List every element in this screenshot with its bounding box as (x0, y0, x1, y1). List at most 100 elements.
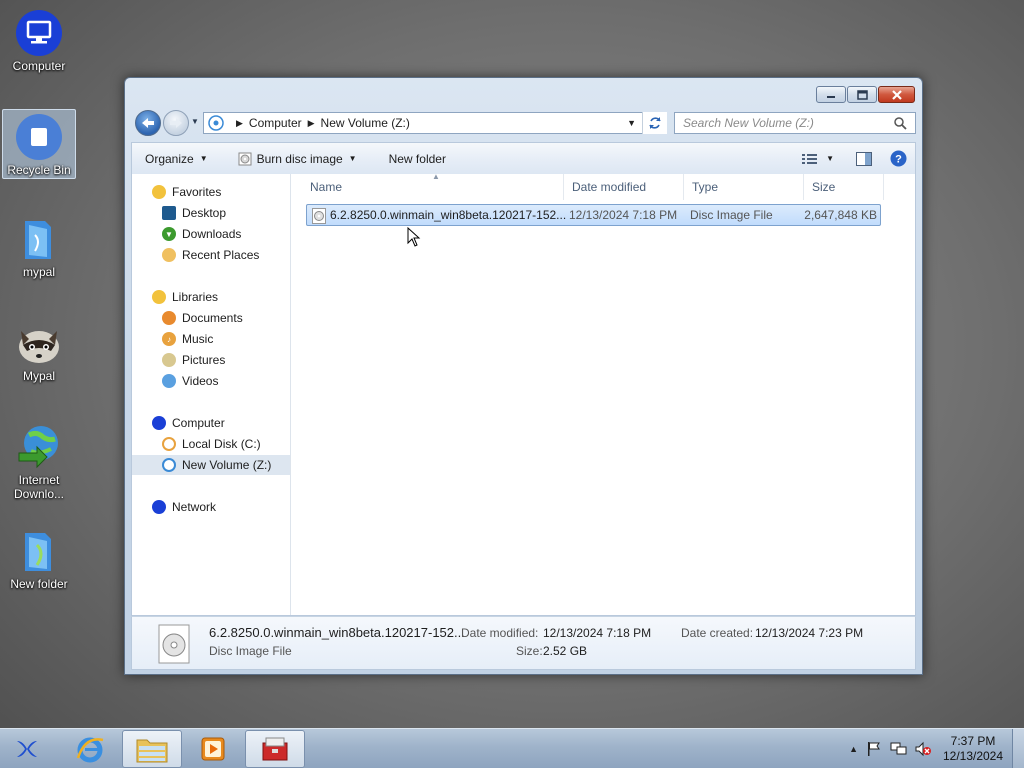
forward-button[interactable] (163, 110, 189, 136)
nav-label: Favorites (172, 185, 222, 199)
taskbar: ▲ 7:37 PM 12/13/2024 (0, 728, 1024, 768)
details-date-modified-label: Date modified: (461, 626, 539, 640)
nav-label: Videos (182, 374, 219, 388)
column-label: Type (692, 180, 719, 194)
back-button[interactable] (135, 110, 161, 136)
svg-text:?: ? (895, 154, 902, 166)
command-bar: Organize ▼ Burn disc image ▼ New folder … (131, 142, 916, 174)
burn-label: Burn disc image (256, 151, 343, 166)
documents-icon (162, 311, 176, 325)
forward-arrow-icon (170, 118, 182, 128)
desktop-icon-mypal-app[interactable]: Mypal (2, 316, 76, 386)
breadcrumb-separator-icon[interactable]: ▶ (236, 118, 243, 129)
volume-muted-icon[interactable] (914, 741, 932, 757)
refresh-button[interactable] (642, 112, 667, 134)
breadcrumb-separator-icon[interactable]: ▶ (308, 118, 315, 129)
nav-recent-places[interactable]: Recent Places (162, 245, 259, 265)
maximize-button[interactable] (847, 86, 877, 103)
network-icon (152, 500, 166, 514)
navigation-pane: Favorites Desktop ▼ Downloads Recent Pla… (132, 174, 291, 615)
column-label: Date modified (572, 180, 647, 194)
nav-new-volume-z[interactable]: New Volume (Z:) (132, 455, 290, 475)
desktop-icon-mypal-folder[interactable]: mypal (2, 212, 76, 282)
desktop-icon-label: Recycle Bin (7, 163, 71, 177)
search-icon (894, 116, 907, 130)
nav-documents[interactable]: Documents (162, 308, 243, 328)
change-view-button[interactable] (798, 143, 822, 174)
file-row[interactable]: 6.2.8250.0.winmain_win8beta.120217-152..… (306, 204, 881, 226)
star-icon (152, 185, 166, 199)
desktop-icon-label: New folder (10, 577, 68, 591)
file-list-pane: Name ▲ Date modified Type Size 6.2.8250.… (292, 172, 915, 615)
clock-date: 12/13/2024 (942, 749, 1004, 763)
back-arrow-icon (142, 118, 154, 128)
start-button[interactable] (0, 730, 54, 768)
disc-image-file-icon (158, 624, 190, 664)
desktop-icon-computer[interactable]: Computer (2, 6, 76, 76)
window-caption-buttons (816, 86, 915, 103)
show-hidden-icons-button[interactable]: ▲ (849, 744, 858, 754)
column-header-type[interactable]: Type (684, 174, 804, 200)
column-header-date-modified[interactable]: Date modified (564, 174, 684, 200)
file-name: 6.2.8250.0.winmain_win8beta.120217-152..… (330, 208, 567, 222)
network-status-icon[interactable] (890, 741, 908, 757)
help-button[interactable]: ? (882, 143, 915, 174)
action-center-flag-icon[interactable] (866, 741, 882, 757)
clock-time: 7:37 PM (950, 734, 996, 748)
show-desktop-button[interactable] (1012, 729, 1024, 768)
nav-local-disk-c[interactable]: Local Disk (C:) (162, 434, 261, 454)
taskbar-toolbox-app[interactable] (245, 730, 305, 768)
clock[interactable]: 7:37 PM 12/13/2024 (938, 734, 1008, 764)
nav-network[interactable]: Network (152, 497, 216, 517)
drive-icon (162, 458, 176, 472)
taskbar-media-player[interactable] (183, 730, 243, 768)
burn-disc-image-button[interactable]: Burn disc image ▼ (218, 143, 367, 174)
nav-music[interactable]: ♪ Music (162, 329, 213, 349)
minimize-button[interactable] (816, 86, 846, 103)
breadcrumb-computer[interactable]: Computer (249, 116, 302, 130)
new-folder-button[interactable]: New folder (367, 143, 456, 174)
column-label: Name (310, 180, 343, 194)
nav-computer[interactable]: Computer (152, 413, 225, 433)
nav-videos[interactable]: Videos (162, 371, 218, 391)
nav-downloads[interactable]: ▼ Downloads (162, 224, 241, 244)
breadcrumb-new-volume[interactable]: New Volume (Z:) (321, 116, 410, 130)
recent-pages-dropdown[interactable]: ▼ (191, 117, 199, 126)
nav-label: Libraries (172, 290, 219, 304)
search-input[interactable]: Search New Volume (Z:) (674, 112, 916, 134)
details-pane: 6.2.8250.0.winmain_win8beta.120217-152..… (131, 616, 916, 670)
nav-label: Documents (182, 311, 243, 325)
nav-libraries[interactable]: Libraries (152, 287, 218, 307)
desktop-icon-internet-download[interactable]: Internet Downlo... (2, 420, 76, 504)
nav-label: Desktop (182, 206, 227, 220)
refresh-icon (649, 117, 661, 129)
taskbar-internet-explorer[interactable] (60, 730, 120, 768)
desktop-icon-new-folder[interactable]: New folder (2, 524, 76, 594)
address-dropdown-icon[interactable]: ▼ (627, 118, 636, 128)
file-size: 2,647,848 KB (804, 208, 877, 222)
organize-button[interactable]: Organize ▼ (132, 143, 218, 174)
desktop-icon-label: Mypal (22, 369, 55, 383)
start-logo-icon (17, 741, 37, 757)
desktop-icon-recycle-bin[interactable]: Recycle Bin (2, 109, 76, 179)
close-button[interactable] (878, 86, 915, 103)
view-controls: ▼ ? (798, 143, 915, 174)
more-views-dropdown[interactable]: ▼ (822, 143, 846, 174)
nav-desktop[interactable]: Desktop (162, 203, 226, 223)
globe-download-icon (15, 423, 63, 471)
nav-label: Local Disk (C:) (182, 437, 261, 451)
address-bar[interactable]: ▶ Computer ▶ New Volume (Z:) ▼ (203, 112, 667, 134)
taskbar-windows-explorer[interactable] (122, 730, 182, 768)
chevron-down-icon: ▼ (826, 154, 834, 163)
disc-image-file-icon (312, 208, 326, 224)
content-area: Favorites Desktop ▼ Downloads Recent Pla… (131, 172, 916, 616)
preview-pane-button[interactable] (846, 143, 882, 174)
nav-pictures[interactable]: Pictures (162, 350, 225, 370)
details-size: 2.52 GB (543, 644, 588, 658)
nav-favorites[interactable]: Favorites (152, 182, 221, 202)
nav-label: Recent Places (182, 248, 260, 262)
search-placeholder: Search New Volume (Z:) (683, 116, 814, 130)
column-header-name[interactable]: Name ▲ (302, 172, 564, 200)
column-header-size[interactable]: Size (804, 174, 884, 200)
column-label: Size (812, 180, 836, 194)
